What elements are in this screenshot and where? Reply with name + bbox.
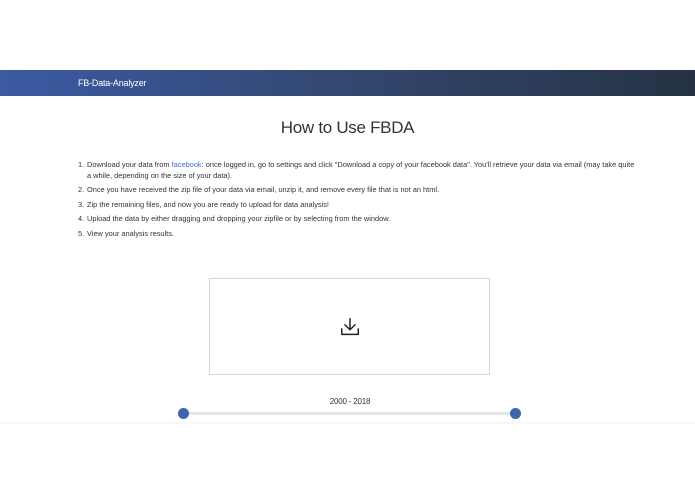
facebook-link[interactable]: facebook [172,160,202,169]
list-item: 2. Once you have received the zip file o… [78,184,638,195]
page-title: How to Use FBDA [280,118,415,137]
section-divider [0,422,695,426]
step-text: Zip the remaining files, and now you are… [87,199,329,209]
step-number: 1. [78,160,85,169]
range-start-handle[interactable] [178,408,189,419]
brand-link[interactable]: FB-Data-Analyzer [78,78,147,88]
step-text: Once you have received the zip file of y… [87,185,440,195]
step-number: 2. [78,185,85,195]
list-item: 5. View your analysis results. [78,228,638,239]
step-text: View your analysis results. [87,228,174,238]
step-number: 5. [78,228,85,238]
list-item: 1. Download your data from facebook: onc… [78,159,638,181]
instructions-list: 1. Download your data from facebook: onc… [78,159,638,242]
file-dropzone[interactable] [209,278,490,375]
step-number: 3. [78,199,85,209]
download-icon [340,317,359,335]
step-number: 4. [78,214,85,224]
list-item: 3. Zip the remaining files, and now you … [78,199,638,210]
year-range-label: 2000 - 2018 [329,397,371,406]
step-text: Download your data from facebook: once l… [87,159,638,181]
step-text: Upload the data by either dragging and d… [87,214,391,224]
step-text-start: Download your data from [87,160,172,169]
list-item: 4. Upload the data by either dragging an… [78,213,638,224]
range-end-handle[interactable] [510,408,521,419]
top-navbar: FB-Data-Analyzer [0,70,695,96]
year-range-slider-track[interactable] [183,412,516,415]
